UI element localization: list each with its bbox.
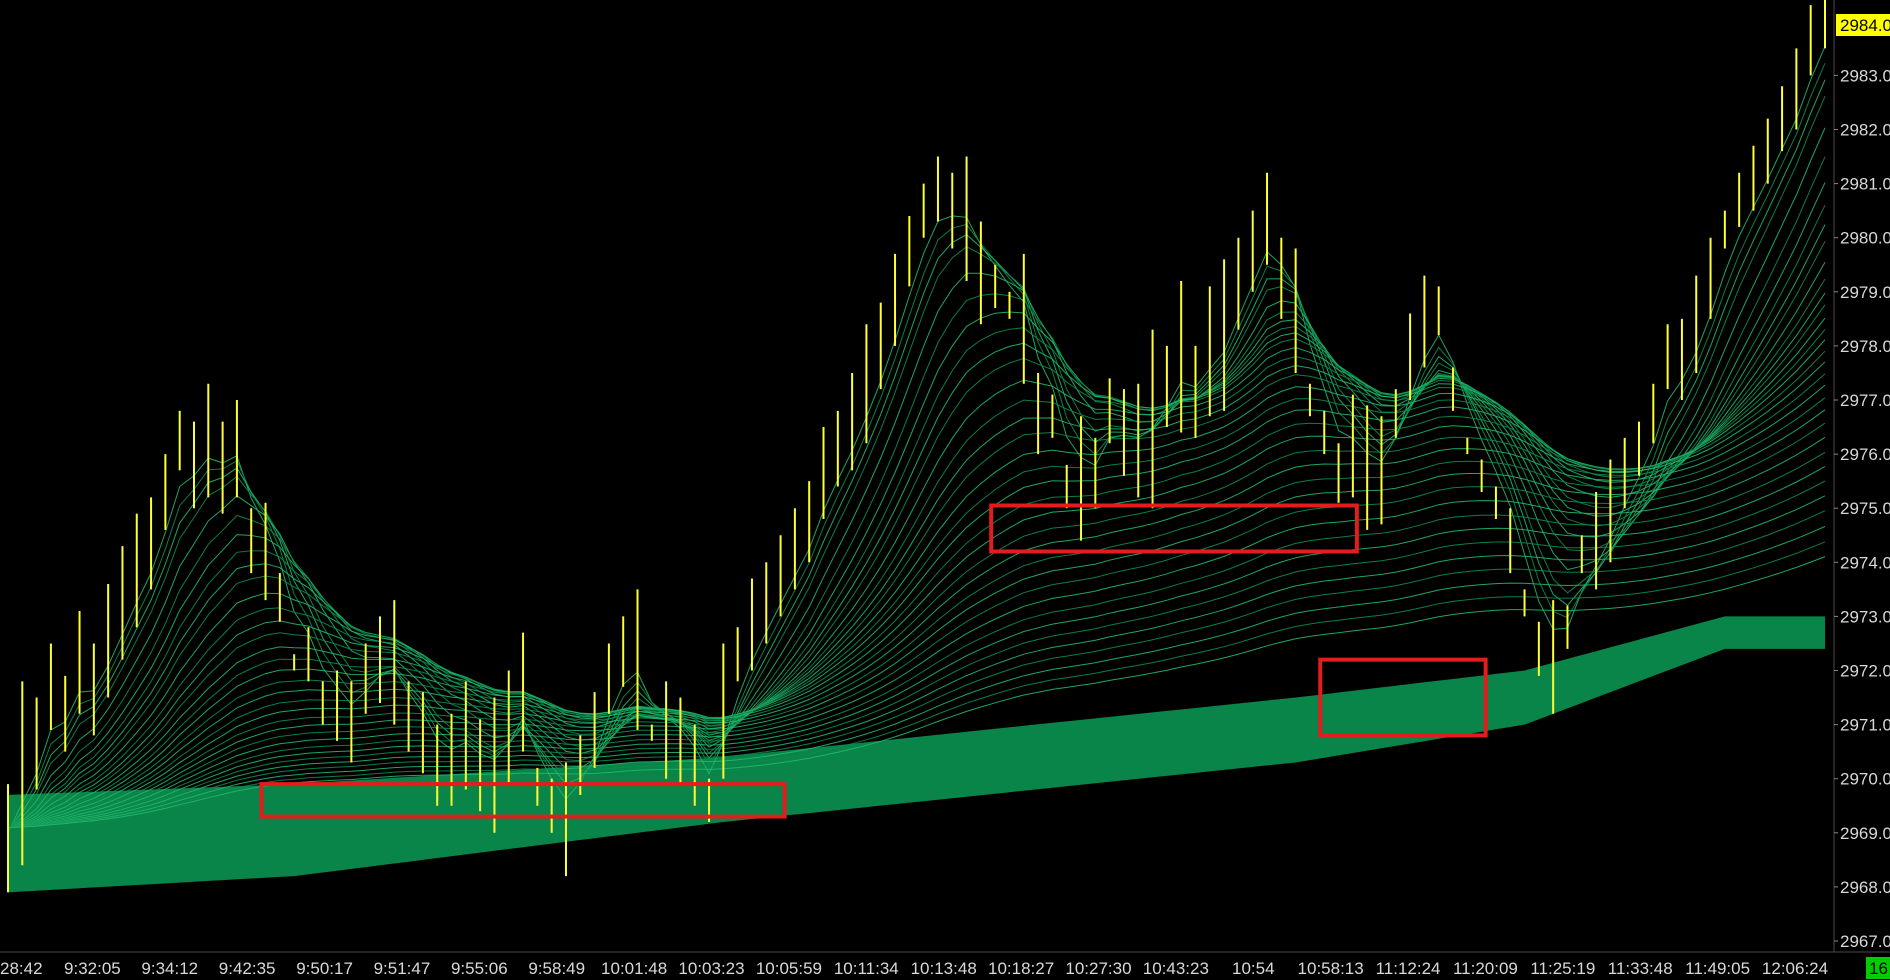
price-chart[interactable]: 2967.0 2968.0 2969.0 2970.0 2971.0 2972.0 2973… xyxy=(0,0,1890,980)
last-price-tag: 2984.0 xyxy=(1836,14,1890,36)
x-tick-label: 11:20:09 xyxy=(1453,959,1518,978)
x-tick-label: 10:54 xyxy=(1232,959,1275,978)
y-tick-label: 2974.0 xyxy=(1840,553,1890,572)
x-tick-label: 10:05:59 xyxy=(756,959,822,978)
x-tick-label: 9:32:05 xyxy=(64,959,121,978)
x-tick-label: 10:27:30 xyxy=(1065,959,1131,978)
y-tick-label: 2970.0 xyxy=(1840,770,1890,789)
x-tick-label: 11:49:05 xyxy=(1685,959,1750,978)
time-axis: 28:42 9:32:05 9:34:12 9:42:35 9:50:17 9:51:47… xyxy=(0,959,1828,978)
y-tick-label: 2977.0 xyxy=(1840,391,1890,410)
y-tick-label: 2976.0 xyxy=(1840,445,1890,464)
y-tick-label: 2972.0 xyxy=(1840,662,1890,681)
x-tick-label: 12:06:24 xyxy=(1762,959,1828,978)
y-tick-label: 2981.0 xyxy=(1840,175,1890,194)
last-price-tag-label: 2984.0 xyxy=(1840,16,1890,35)
last-time-tag: 16 xyxy=(1866,957,1890,979)
y-tick-label: 2968.0 xyxy=(1840,878,1890,897)
y-tick-label: 2978.0 xyxy=(1840,337,1890,356)
x-tick-label: 10:11:34 xyxy=(834,959,899,978)
x-tick-label: 10:13:48 xyxy=(911,959,977,978)
x-tick-label: 9:34:12 xyxy=(141,959,198,978)
y-tick-label: 2983.0 xyxy=(1840,66,1890,85)
x-tick-label: 9:55:06 xyxy=(451,959,508,978)
y-tick-label: 2973.0 xyxy=(1840,607,1890,626)
x-tick-label: 28:42 xyxy=(0,959,43,978)
y-tick-label: 2967.0 xyxy=(1840,932,1890,951)
x-tick-label: 9:50:17 xyxy=(296,959,353,978)
x-tick-label: 9:51:47 xyxy=(374,959,431,978)
y-tick-label: 2982.0 xyxy=(1840,121,1890,140)
x-tick-label: 10:01:48 xyxy=(601,959,667,978)
x-tick-label: 9:42:35 xyxy=(219,959,276,978)
y-tick-label: 2980.0 xyxy=(1840,229,1890,248)
x-tick-label: 11:25:19 xyxy=(1530,959,1595,978)
last-time-tag-label: 16 xyxy=(1869,959,1888,978)
x-tick-label: 9:58:49 xyxy=(528,959,585,978)
x-tick-label: 10:43:23 xyxy=(1143,959,1209,978)
y-tick-label: 2971.0 xyxy=(1840,716,1890,735)
y-tick-label: 2979.0 xyxy=(1840,283,1890,302)
y-tick-label: 2975.0 xyxy=(1840,499,1890,518)
x-tick-label: 11:33:48 xyxy=(1608,959,1673,978)
y-tick-label: 2969.0 xyxy=(1840,824,1890,843)
x-tick-label: 10:18:27 xyxy=(988,959,1054,978)
x-tick-label: 11:12:24 xyxy=(1376,959,1441,978)
x-tick-label: 10:03:23 xyxy=(678,959,744,978)
x-tick-label: 10:58:13 xyxy=(1298,959,1364,978)
